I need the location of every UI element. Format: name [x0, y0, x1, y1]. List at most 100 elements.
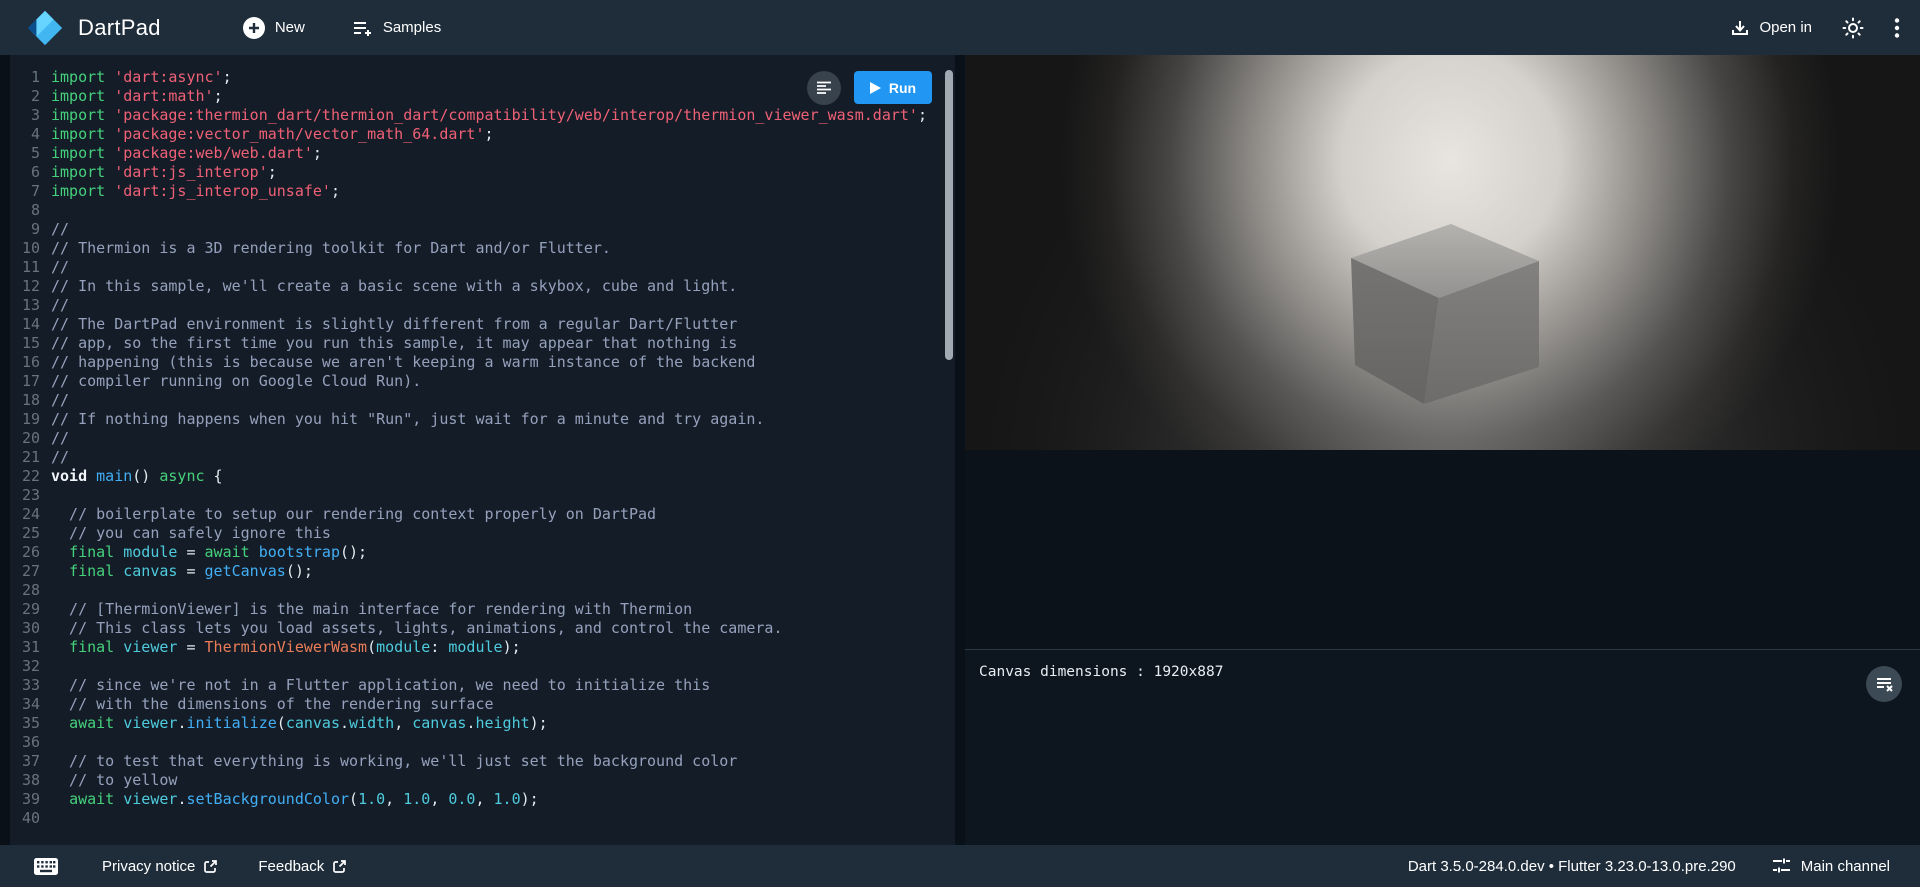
clear-console-button[interactable]	[1866, 666, 1902, 702]
line-number: 30	[10, 619, 40, 638]
code-line: 35 await viewer.initialize(canvas.width,…	[10, 714, 941, 733]
code-line: 37 // to test that everything is working…	[10, 752, 941, 771]
code-line: 19// If nothing happens when you hit "Ru…	[10, 410, 941, 429]
tune-icon	[1772, 857, 1791, 875]
code-line: 11//	[10, 258, 941, 277]
code-line: 28	[10, 581, 941, 600]
line-number: 29	[10, 600, 40, 619]
status-bar: Privacy notice Feedback Dart 3.5.0-284.0…	[0, 845, 1920, 887]
line-number: 21	[10, 448, 40, 467]
code-line: 32	[10, 657, 941, 676]
app-title: DartPad	[78, 15, 161, 41]
code-line: 31 final viewer = ThermionViewerWasm(mod…	[10, 638, 941, 657]
code-line: 7import 'dart:js_interop_unsafe';	[10, 182, 941, 201]
line-number: 4	[10, 125, 40, 144]
dartpad-logo-icon	[26, 9, 64, 47]
line-number: 28	[10, 581, 40, 600]
top-app-bar: DartPad New Samples Open in	[0, 0, 1920, 55]
code-line: 21//	[10, 448, 941, 467]
new-button[interactable]: New	[243, 17, 305, 39]
code-line: 39 await viewer.setBackgroundColor(1.0, …	[10, 790, 941, 809]
feedback-link[interactable]: Feedback	[258, 858, 347, 875]
run-button-label: Run	[889, 80, 916, 96]
line-number: 27	[10, 562, 40, 581]
code-line: 30 // This class lets you load assets, l…	[10, 619, 941, 638]
code-line: 1import 'dart:async';	[10, 68, 941, 87]
line-number: 32	[10, 657, 40, 676]
code-line: 27 final canvas = getCanvas();	[10, 562, 941, 581]
keyboard-shortcuts-button[interactable]	[34, 858, 58, 875]
open-in-new-icon	[203, 859, 218, 874]
line-number: 38	[10, 771, 40, 790]
channel-selector[interactable]: Main channel	[1772, 857, 1890, 875]
line-number: 23	[10, 486, 40, 505]
code-line: 24 // boilerplate to setup our rendering…	[10, 505, 941, 524]
sdk-version-text: Dart 3.5.0-284.0.dev • Flutter 3.23.0-13…	[1408, 858, 1736, 875]
code-line: 3import 'package:thermion_dart/thermion_…	[10, 106, 941, 125]
line-number: 34	[10, 695, 40, 714]
code-line: 17// compiler running on Google Cloud Ru…	[10, 372, 941, 391]
overflow-menu-button[interactable]	[1894, 17, 1900, 39]
line-number: 3	[10, 106, 40, 125]
line-number: 10	[10, 239, 40, 258]
code-line: 5import 'package:web/web.dart';	[10, 144, 941, 163]
line-number: 36	[10, 733, 40, 752]
line-number: 22	[10, 467, 40, 486]
format-icon	[816, 81, 832, 95]
line-number: 6	[10, 163, 40, 182]
line-number: 5	[10, 144, 40, 163]
line-number: 33	[10, 676, 40, 695]
code-editor-pane[interactable]: 1import 'dart:async';2import 'dart:math'…	[10, 55, 955, 845]
output-pane: Canvas dimensions : 1920x887	[965, 55, 1920, 845]
line-number: 24	[10, 505, 40, 524]
line-number: 19	[10, 410, 40, 429]
line-number: 26	[10, 543, 40, 562]
run-button[interactable]: Run	[854, 71, 932, 104]
line-number: 18	[10, 391, 40, 410]
console-panel: Canvas dimensions : 1920x887	[965, 649, 1920, 845]
code-line: 29 // [ThermionViewer] is the main inter…	[10, 600, 941, 619]
line-number: 13	[10, 296, 40, 315]
line-number: 7	[10, 182, 40, 201]
code-line: 25 // you can safely ignore this	[10, 524, 941, 543]
code-lines: 1import 'dart:async';2import 'dart:math'…	[10, 68, 941, 828]
line-number: 12	[10, 277, 40, 296]
line-number: 2	[10, 87, 40, 106]
code-line: 8	[10, 201, 941, 220]
plus-icon	[243, 17, 265, 39]
code-line: 12// In this sample, we'll create a basi…	[10, 277, 941, 296]
3d-render-viewport[interactable]	[965, 55, 1920, 450]
line-number: 11	[10, 258, 40, 277]
code-line: 18//	[10, 391, 941, 410]
render-gap	[965, 450, 1920, 649]
line-number: 16	[10, 353, 40, 372]
brand: DartPad	[26, 9, 161, 47]
code-line: 14// The DartPad environment is slightly…	[10, 315, 941, 334]
channel-label: Main channel	[1801, 858, 1890, 875]
format-button[interactable]	[807, 71, 841, 105]
code-line: 36	[10, 733, 941, 752]
code-line: 33 // since we're not in a Flutter appli…	[10, 676, 941, 695]
code-line: 23	[10, 486, 941, 505]
console-output: Canvas dimensions : 1920x887	[979, 664, 1906, 680]
code-line: 20//	[10, 429, 941, 448]
code-line: 4import 'package:vector_math/vector_math…	[10, 125, 941, 144]
code-line: 26 final module = await bootstrap();	[10, 543, 941, 562]
code-line: 15// app, so the first time you run this…	[10, 334, 941, 353]
open-in-new-icon	[332, 859, 347, 874]
editor-scrollbar[interactable]	[945, 70, 953, 360]
line-number: 14	[10, 315, 40, 334]
feedback-label: Feedback	[258, 858, 324, 875]
code-line: 2import 'dart:math';	[10, 87, 941, 106]
code-line: 38 // to yellow	[10, 771, 941, 790]
playlist-add-icon	[353, 19, 373, 37]
brightness-toggle-button[interactable]	[1842, 17, 1864, 39]
samples-button[interactable]: Samples	[353, 19, 441, 37]
code-line: 16// happening (this is because we aren'…	[10, 353, 941, 372]
code-line: 10// Thermion is a 3D rendering toolkit …	[10, 239, 941, 258]
code-line: 34 // with the dimensions of the renderi…	[10, 695, 941, 714]
play-icon	[870, 82, 881, 94]
privacy-notice-link[interactable]: Privacy notice	[102, 858, 218, 875]
clear-console-icon	[1875, 676, 1893, 692]
open-in-button[interactable]: Open in	[1731, 19, 1812, 37]
